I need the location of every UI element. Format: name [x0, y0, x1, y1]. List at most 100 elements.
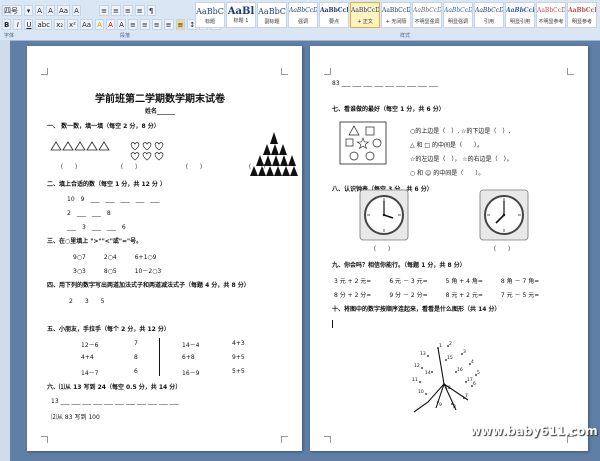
dropdown-icon[interactable]: ▾	[24, 4, 33, 16]
answer-blank[interactable]: （ ）	[57, 162, 81, 171]
answer-blank[interactable]: （ ）	[245, 162, 269, 171]
justify-button[interactable]: ≡	[163, 18, 174, 30]
fill-line: 2 ___ ___ 8	[67, 210, 111, 217]
group-styles-label: 样式	[400, 33, 411, 39]
clock-icon	[359, 189, 409, 241]
style-strong[interactable]: AaBbCcD要点	[319, 2, 349, 28]
answer-blank[interactable]: （ ）	[370, 244, 394, 253]
match-item[interactable]: 4+3	[232, 340, 245, 347]
numbering-button[interactable]: ≡	[110, 4, 121, 16]
dot-label: 1	[439, 343, 442, 349]
fill-line: 13 ___ ___ ___ ___ ___ ___ ___ ___ ___ _…	[51, 398, 179, 405]
fill-line: 83 ___ ___ ___ ___ ___ ___ ___ ___ ___	[332, 80, 438, 87]
question-6: 六、⑴从 13 写到 24（每空 0.5 分，共 14 分）	[47, 384, 182, 391]
style-subtitle[interactable]: AaBbC 副标题	[257, 2, 287, 28]
style-no-spacing[interactable]: AaBbCcDı + 无间隔	[381, 2, 411, 28]
style-normal[interactable]: AaBbCcDı + 正文	[350, 2, 380, 28]
char-shading-button[interactable]: A	[117, 18, 127, 30]
show-marks-button[interactable]: ¶	[146, 4, 156, 16]
match-item[interactable]: 5+5	[232, 368, 245, 375]
clear-format-button[interactable]: A	[72, 4, 82, 16]
style-emphasis[interactable]: AaBbCcD 强调	[288, 2, 318, 28]
question-10: 十、将图中的数字按顺序连起来，看看是什么图形（共 14 分）	[332, 306, 501, 313]
style-heading1[interactable]: AaBl 标题 1	[226, 2, 256, 28]
match-item[interactable]: 14－4	[182, 340, 199, 349]
dot-label: 17	[467, 377, 473, 383]
dot-label: 12	[414, 363, 420, 369]
dot-label: 14	[425, 370, 431, 376]
style-intense-quote[interactable]: AaBbCcDı明显引用	[505, 2, 535, 28]
underline-button[interactable]: U	[24, 18, 34, 30]
bullets-button[interactable]: ≡	[99, 4, 109, 16]
increase-indent-button[interactable]: ≡	[134, 4, 145, 16]
match-item[interactable]: 6	[134, 368, 138, 375]
match-item[interactable]: 8	[134, 354, 138, 361]
ribbon: 四号 ▾ A A Aa A ≡ ≡ ≡ ≡ ¶ B I U abc x₂ x² …	[0, 0, 600, 41]
dot-label: 5	[477, 370, 480, 376]
crop-mark	[281, 436, 288, 443]
document-page-right[interactable]: 83 ___ ___ ___ ___ ___ ___ ___ ___ ___ 七…	[310, 46, 588, 451]
dot-label: 6	[473, 381, 476, 387]
text-effects-button[interactable]: Aa	[79, 18, 94, 30]
text-cursor	[332, 320, 333, 328]
position-question: △ 和 □ 的中间是（ ）。	[410, 142, 484, 149]
triangle-row-icon	[50, 141, 110, 151]
crop-mark	[324, 68, 331, 75]
style-quote[interactable]: AaBbCcDı 引用	[474, 2, 504, 28]
answer-blank[interactable]: （ ）	[490, 244, 514, 253]
subscript-button[interactable]: x₂	[54, 18, 66, 30]
question-5: 五、小朋友，手拉手（每个 2 分，共 12 分）	[47, 326, 170, 333]
answer-blank[interactable]: （ ）	[182, 162, 206, 171]
highlight-button[interactable]: A	[95, 18, 105, 30]
match-item[interactable]: 16－9	[182, 368, 199, 377]
style-subtle-reference[interactable]: AaBbCcDı 不明显参考	[536, 2, 566, 28]
style-intense-emphasis[interactable]: AaBbCcDı 明显强调	[443, 2, 473, 28]
align-center-button[interactable]: ≡	[139, 18, 150, 30]
exam-title: 学前班第二学期数学期末试卷	[95, 94, 225, 105]
dot-label: 15	[447, 355, 453, 361]
arithmetic-row: 8 分 + 2 分= 9 分 － 2 分= 8 元 + 2 元= 7 元 － 5…	[334, 292, 540, 299]
font-toolbar-row1: 四号 ▾ A A Aa A ≡ ≡ ≡ ≡ ¶	[2, 4, 156, 16]
italic-button[interactable]: I	[13, 18, 23, 30]
change-case-button[interactable]: Aa	[57, 4, 71, 16]
match-item[interactable]: 4+4	[81, 354, 94, 361]
superscript-button[interactable]: x²	[67, 18, 78, 30]
dot-label: 2	[449, 341, 452, 347]
style-title[interactable]: AaBbC 标题	[195, 2, 225, 28]
document-page-left[interactable]: 学前班第二学期数学期末试卷 姓名______ 一、 数一数，填一填（每空 2 分…	[27, 46, 302, 451]
group-font-label: 字体	[4, 33, 15, 39]
question-2: 二、填上合适的数（每空 1 分，共 12 分 ）	[47, 181, 166, 188]
align-left-button[interactable]: ≡	[128, 18, 138, 30]
crop-mark	[324, 436, 331, 443]
vertical-ruler[interactable]	[0, 40, 10, 461]
dot-label: 9	[439, 402, 442, 408]
strikethrough-button[interactable]: abc	[35, 18, 53, 30]
style-intense-reference[interactable]: AaBbCcI 明显参考	[567, 2, 597, 28]
font-color-button[interactable]: A	[106, 18, 116, 30]
match-item[interactable]: 12－6	[81, 340, 98, 349]
match-item[interactable]: 14－7	[81, 368, 98, 377]
question-6-part2: ⑵从 83 写到 100	[51, 414, 100, 421]
arithmetic-row: 3 元 + 2 元= 6 元 － 3 元= 5 角 + 4 角= 8 角 － 7…	[334, 278, 540, 285]
dot-label: 4	[471, 359, 474, 365]
group-paragraph-label: 段落	[120, 33, 131, 39]
dot-label: 13	[420, 351, 426, 357]
grow-font-button[interactable]: A	[35, 4, 44, 16]
question-9: 九、你会吗？相信你能行。（每题 1 分，共 8 分）	[332, 262, 466, 269]
match-item[interactable]: 7	[134, 340, 138, 347]
style-subtle-emphasis[interactable]: AaBbCcDı 不明显强调	[412, 2, 442, 28]
shape-grid	[339, 121, 387, 165]
decrease-indent-button[interactable]: ≡	[122, 4, 133, 16]
shrink-font-button[interactable]: A	[46, 4, 55, 16]
match-item[interactable]: 9+5	[232, 354, 245, 361]
answer-blank[interactable]: （ ）	[117, 162, 141, 171]
font-size-select[interactable]: 四号	[2, 4, 22, 16]
smiley-icon	[365, 151, 375, 161]
divider-line	[159, 338, 160, 376]
watermark-text: www.baby611.com	[470, 424, 598, 438]
align-right-button[interactable]: ≡	[151, 18, 162, 30]
bold-button[interactable]: B	[2, 18, 12, 30]
circle-icon	[349, 151, 359, 161]
distribute-button[interactable]: ≡	[175, 18, 186, 30]
match-item[interactable]: 6+8	[182, 354, 195, 361]
